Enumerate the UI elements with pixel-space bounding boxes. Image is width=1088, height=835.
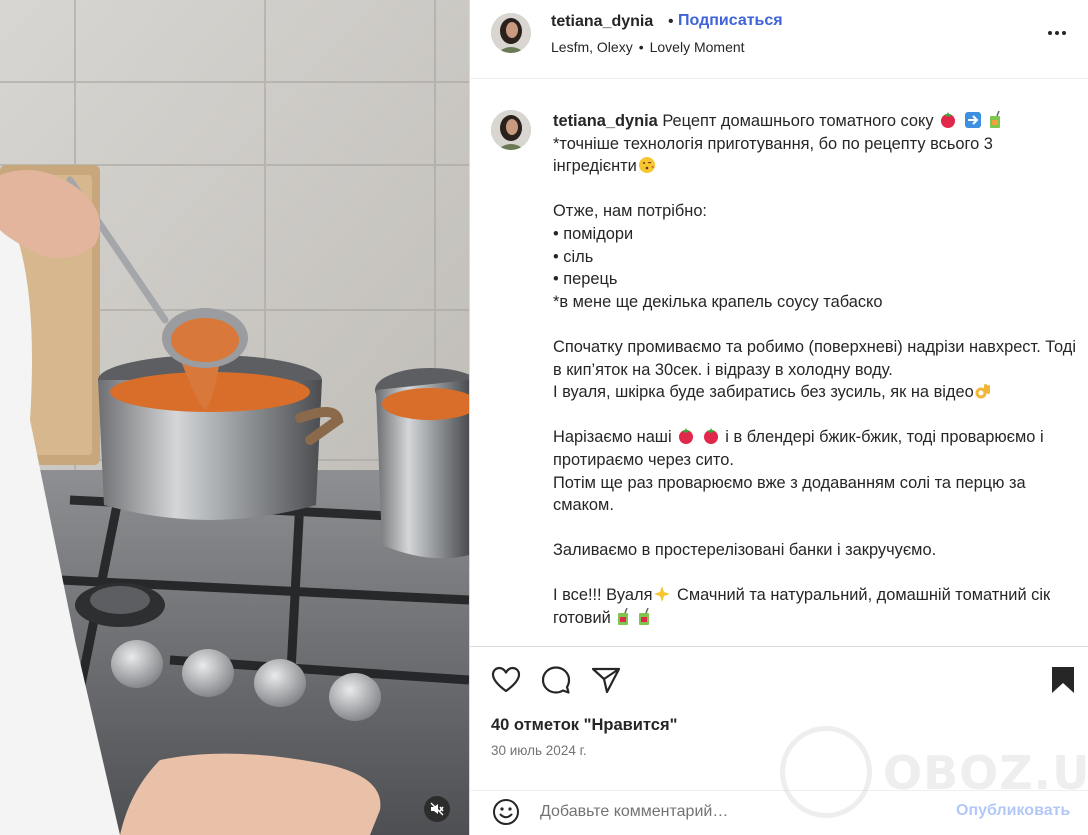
caption-line-text: Нарізаємо наші: [553, 428, 672, 447]
sparkles-emoji-icon: [654, 586, 671, 603]
follow-button[interactable]: Подписаться: [678, 12, 783, 30]
comment-button[interactable]: [541, 665, 571, 695]
heart-icon: [491, 666, 521, 693]
smiley-icon: [493, 799, 519, 825]
caption-avatar[interactable]: [491, 110, 531, 150]
audio-track: Lovely Moment: [649, 39, 745, 55]
profile-photo: [491, 13, 531, 53]
speaker-muted-icon: [430, 802, 444, 816]
header-username[interactable]: tetiana_dynia: [551, 13, 653, 31]
caption-line: • помідори: [553, 224, 634, 243]
watermark-text: OBOZ.UA: [883, 746, 1088, 800]
caption-line: І все!!! Вуаля Смачний та натуральний, д…: [553, 584, 1077, 629]
post-video[interactable]: [0, 0, 469, 835]
share-button[interactable]: [591, 665, 621, 695]
like-count[interactable]: 40 отметок "Нравится": [491, 716, 677, 735]
caption-line-text: І вуаля, шкірка буде забиратись без зуси…: [553, 383, 974, 402]
post-date[interactable]: 30 июль 2024 г.: [491, 743, 587, 758]
save-button[interactable]: [1048, 665, 1078, 695]
emoji-button[interactable]: [491, 797, 521, 827]
caption-line: Спочатку промиваємо та робимо (поверхнев…: [553, 337, 1076, 379]
juice-box-emoji-icon: [990, 111, 1001, 128]
caption-line-text: І все!!! Вуаля: [553, 586, 653, 605]
tomato-emoji-icon: [679, 428, 694, 445]
caption-line: *в мене ще декілька крапель соусу табаск…: [553, 292, 883, 311]
caption-line: • перець: [553, 270, 618, 289]
post-side-panel: tetiana_dynia • Подписаться Lesfm, Olexy…: [469, 0, 1088, 835]
tomato-emoji-icon: [703, 428, 718, 445]
watermark-logo-icon: [780, 726, 872, 818]
profile-photo: [491, 110, 531, 150]
caption-line: І вуаля, шкірка буде забиратись без зуси…: [553, 381, 1077, 404]
bookmark-icon: [1052, 667, 1074, 693]
more-options-button[interactable]: [1048, 26, 1072, 40]
caption-line: Отже, нам потрібно:: [553, 202, 707, 221]
caption-username[interactable]: tetiana_dynia: [553, 112, 658, 130]
post-caption: tetiana_dynia Рецепт домашнього томатног…: [470, 80, 1088, 646]
caption-line-text: *точніше технологія приготування, бо по …: [553, 134, 993, 176]
header-separator: •: [668, 13, 674, 30]
more-dots-icon: [1048, 31, 1066, 35]
caption-line: *точніше технологія приготування, бо по …: [553, 133, 1077, 178]
juice-box-emoji-icon: [618, 608, 629, 626]
kiss-face-emoji-icon: [638, 157, 655, 174]
audio-separator: •: [638, 39, 644, 55]
site-watermark: OBOZ.UA: [780, 726, 1088, 820]
audio-attribution[interactable]: Lesfm, Olexy • Lovely Moment: [551, 39, 745, 55]
ok-hand-emoji-icon: [975, 384, 990, 399]
speech-bubble-icon: [541, 666, 571, 694]
tomato-emoji-icon: [941, 112, 956, 128]
paper-plane-icon: [591, 667, 621, 694]
caption-line: Нарізаємо наші і в блендері бжик-бжик, т…: [553, 426, 1077, 471]
right-arrow-emoji-icon: [964, 112, 981, 128]
avatar[interactable]: [491, 13, 531, 53]
audio-artist: Lesfm, Olexy: [551, 39, 633, 55]
like-button[interactable]: [491, 665, 521, 695]
post-header: tetiana_dynia • Подписаться Lesfm, Olexy…: [470, 0, 1088, 79]
caption-paragraph: tetiana_dynia Рецепт домашнього томатног…: [553, 110, 1077, 133]
video-frame-image: [0, 0, 469, 835]
caption-line: Потім ще раз проварюємо вже з додаванням…: [553, 473, 1026, 515]
mute-button[interactable]: [424, 796, 450, 822]
caption-line: Заливаємо в простерелізовані банки і зак…: [553, 541, 937, 560]
juice-box-emoji-icon: [638, 608, 649, 626]
caption-text: tetiana_dynia Рецепт домашнього томатног…: [553, 110, 1077, 630]
caption-line: Рецепт домашнього томатного соку: [662, 112, 934, 130]
caption-line: • сіль: [553, 247, 594, 266]
